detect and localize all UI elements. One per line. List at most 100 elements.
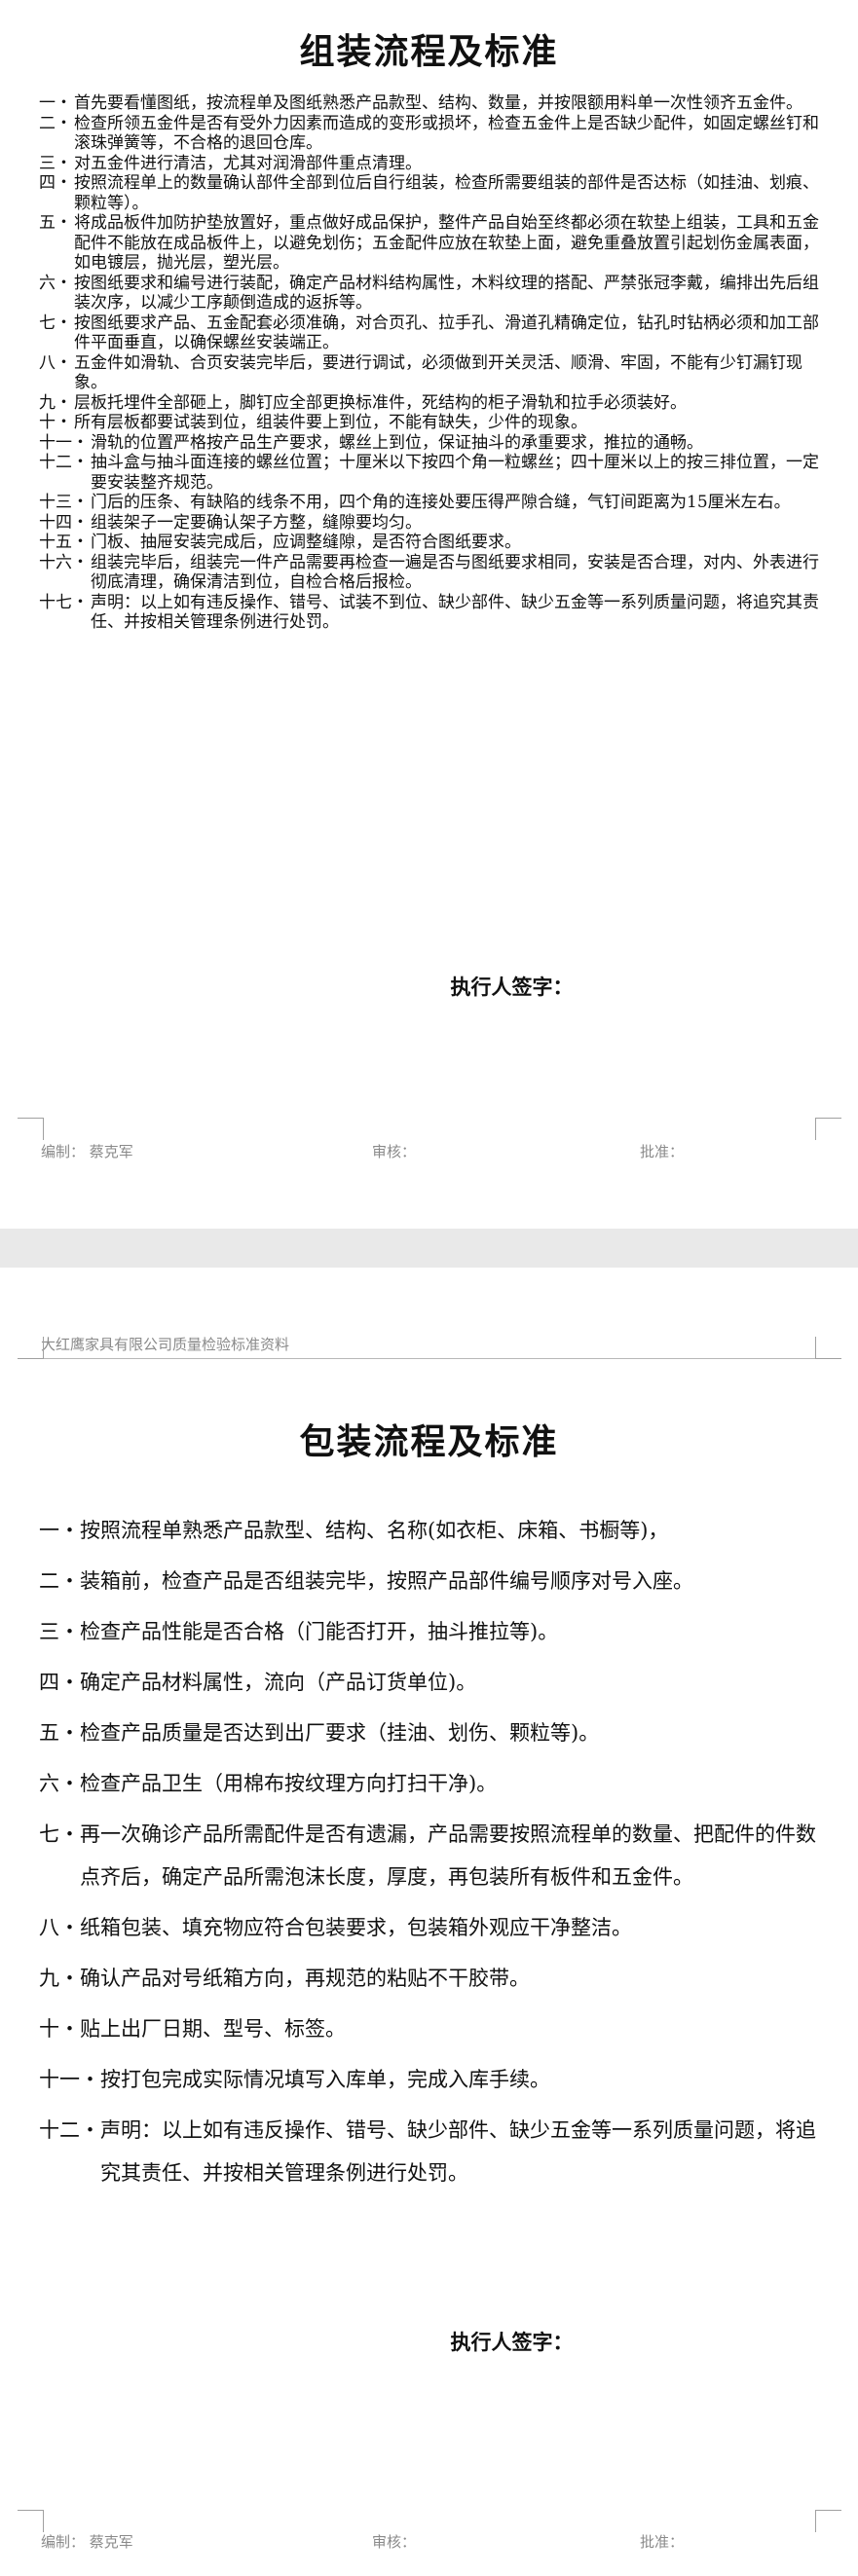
page-assembly: 组装流程及标准 一・ 首先要看懂图纸，按流程单及图纸熟悉产品款型、结构、数量，并按… [0, 0, 858, 1229]
header-divider [41, 1358, 816, 1359]
list-item: 十一・ 按打包完成实际情况填写入库单，完成入库手续。 [39, 2058, 819, 2101]
list-item: 十四・ 组装架子一定要确认架子方整，缝隙要均匀。 [39, 513, 819, 534]
list-item: 十二・ 抽斗盒与抽斗面连接的螺丝位置；十厘米以下按四个角一粒螺丝；四十厘米以上的按… [39, 453, 819, 493]
item-number: 十五・ [39, 533, 89, 552]
signature-label: 执行人签字： [450, 975, 574, 999]
list-item: 十三・ 门后的压条、有缺陷的线条不用，四个角的连接处要压得严隙合缝，气钉间距离为1… [39, 493, 819, 513]
item-number: 三・ [39, 1620, 80, 1643]
item-number: 九・ [39, 392, 72, 413]
approval-footer: 编制： 蔡克军 审核： 批准： [41, 2531, 858, 2555]
item-text: 纸箱包装、填充物应符合包装要求，包装箱外观应干净整洁。 [80, 1916, 632, 1939]
margin-corner-mark [815, 1337, 841, 1359]
item-text: 再一次确诊产品所需配件是否有遗漏，产品需要按照流程单的数量、把配件的件数点齐后，… [80, 1822, 816, 1889]
assembly-list: 一・ 首先要看懂图纸，按流程单及图纸熟悉产品款型、结构、数量，并按限额用料单一次性… [39, 93, 819, 633]
item-number: 十三・ [39, 493, 89, 512]
item-number: 十・ [39, 413, 72, 432]
item-number: 六・ [39, 273, 72, 293]
list-item: 四・ 按照流程单上的数量确认部件全部到位后自行组装，检查所需要组装的部件是否达标（… [39, 173, 819, 213]
item-text: 首先要看懂图纸，按流程单及图纸熟悉产品款型、结构、数量，并按限额用料单一次性领齐… [74, 93, 802, 113]
item-number: 十四・ [39, 512, 89, 533]
list-item: 五・ 检查产品质量是否达到出厂要求（挂油、划伤、颗粒等)。 [39, 1711, 819, 1754]
item-text: 将成品板件加防护垫放置好，重点做好成品保护，整件产品自始至终都必须在软垫上组装，… [74, 213, 819, 273]
list-item: 十七・ 声明：以上如有违反操作、错号、试装不到位、缺少部件、缺少五金等一系列质量问… [39, 593, 819, 633]
item-number: 八・ [39, 1916, 80, 1939]
item-number: 一・ [39, 93, 72, 113]
item-text: 组装完毕后，组装完一件产品需要再检查一遍是否与图纸要求相同，安装是否合理，对内、… [91, 552, 819, 593]
review-label: 审核： [372, 1143, 417, 1160]
approval-footer: 编制： 蔡克军 审核： 批准： [41, 1141, 858, 1164]
item-text: 检查产品性能是否合格（门能否打开，抽斗推拉等)。 [80, 1620, 559, 1643]
item-text: 确认产品对号纸箱方向，再规范的粘贴不干胶带。 [80, 1967, 530, 1990]
list-item: 十六・ 组装完毕后，组装完一件产品需要再检查一遍是否与图纸要求相同，安装是否合理，… [39, 553, 819, 593]
list-item: 九・ 确认产品对号纸箱方向，再规范的粘贴不干胶带。 [39, 1957, 819, 2000]
company-header: 大红鹰家具有限公司质量检验标准资料 [41, 1336, 290, 1353]
signature-label: 执行人签字： [450, 2330, 574, 2354]
item-number: 七・ [39, 1822, 80, 1846]
item-number: 二・ [39, 1569, 80, 1593]
list-item: 一・ 首先要看懂图纸，按流程单及图纸熟悉产品款型、结构、数量，并按限额用料单一次性… [39, 93, 819, 114]
item-text: 按图纸要求产品、五金配套必须准确，对合页孔、拉手孔、滑道孔精确定位，钻孔时钻柄必… [74, 313, 819, 353]
item-text: 层板托埋件全部砸上，脚钉应全部更换标准件，死结构的柜子滑轨和拉手必须装好。 [74, 392, 687, 413]
item-number: 十二・ [39, 453, 89, 472]
item-number: 五・ [39, 1721, 80, 1745]
item-text: 所有层板都要试装到位，组装件要上到位，不能有缺失，少件的现象。 [74, 413, 587, 432]
list-item: 六・ 检查产品卫生（用棉布按纹理方向打扫干净)。 [39, 1762, 819, 1805]
approve-label: 批准： [640, 1143, 685, 1160]
item-number: 十七・ [39, 592, 89, 612]
margin-corner-mark [18, 1118, 44, 1140]
item-number: 十・ [39, 2017, 80, 2041]
item-number: 十二・ [39, 2118, 100, 2142]
item-text: 声明：以上如有违反操作、错号、试装不到位、缺少部件、缺少五金等一系列质量问题，将… [91, 592, 819, 633]
item-text: 声明：以上如有违反操作、错号、缺少部件、缺少五金等一系列质量问题，将追究其责任、… [100, 2118, 816, 2185]
list-item: 六・ 按图纸要求和编号进行装配，确定产品材料结构属性，木料纹理的搭配、严禁张冠李戴… [39, 274, 819, 313]
item-text: 确定产品材料属性，流向（产品订货单位)。 [80, 1671, 477, 1694]
list-item: 八・ 五金件如滑轨、合页安装完毕后，要进行调试，必须做到开关灵活、顺滑、牢固，不能… [39, 353, 819, 393]
list-item: 十一・ 滑轨的位置严格按产品生产要求，螺丝上到位，保证抽斗的承重要求，推拉的通畅。 [39, 433, 819, 454]
margin-corner-mark [18, 2510, 44, 2532]
item-number: 二・ [39, 113, 72, 133]
list-item: 一・ 按照流程单熟悉产品款型、结构、名称(如衣柜、床箱、书橱等)， [39, 1509, 819, 1552]
list-item: 八・ 纸箱包装、填充物应符合包装要求，包装箱外观应干净整洁。 [39, 1906, 819, 1949]
margin-corner-mark [815, 2510, 841, 2532]
item-text: 对五金件进行清洁，尤其对润滑部件重点清理。 [74, 153, 422, 173]
list-item: 十二・ 声明：以上如有违反操作、错号、缺少部件、缺少五金等一系列质量问题，将追究其… [39, 2109, 819, 2194]
editor-label: 编制： 蔡克军 [41, 1143, 133, 1160]
item-text: 五金件如滑轨、合页安装完毕后，要进行调试，必须做到开关灵活、顺滑、牢固，不能有少… [74, 352, 802, 393]
list-item: 五・ 将成品板件加防护垫放置好，重点做好成品保护，整件产品自始至终都必须在软垫上组… [39, 213, 819, 274]
item-text: 门板、抽屉安装完成后，应调整缝隙，是否符合图纸要求。 [91, 533, 521, 552]
item-text: 检查产品质量是否达到出厂要求（挂油、划伤、颗粒等)。 [80, 1721, 600, 1745]
list-item: 十・ 贴上出厂日期、型号、标签。 [39, 2007, 819, 2050]
item-number: 三・ [39, 153, 72, 173]
item-text: 按照流程单上的数量确认部件全部到位后自行组装，检查所需要组装的部件是否达标（如挂… [74, 173, 819, 213]
item-text: 抽斗盒与抽斗面连接的螺丝位置；十厘米以下按四个角一粒螺丝；四十厘米以上的按三排位… [91, 453, 819, 493]
item-text: 组装架子一定要确认架子方整，缝隙要均匀。 [91, 512, 422, 533]
item-text: 贴上出厂日期、型号、标签。 [80, 2017, 346, 2041]
list-item: 四・ 确定产品材料属性，流向（产品订货单位)。 [39, 1661, 819, 1704]
item-number: 八・ [39, 352, 72, 373]
item-number: 十一・ [39, 432, 89, 453]
review-label: 审核： [372, 2533, 417, 2551]
item-text: 装箱前，检查产品是否组装完毕，按照产品部件编号顺序对号入座。 [80, 1569, 693, 1593]
item-text: 按图纸要求和编号进行装配，确定产品材料结构属性，木料纹理的搭配、严禁张冠李戴，编… [74, 273, 819, 313]
item-number: 九・ [39, 1967, 80, 1990]
approve-label: 批准： [640, 2533, 685, 2551]
list-item: 二・ 装箱前，检查产品是否组装完毕，按照产品部件编号顺序对号入座。 [39, 1560, 819, 1602]
item-number: 四・ [39, 1671, 80, 1694]
item-number: 四・ [39, 173, 72, 193]
item-number: 一・ [39, 1519, 80, 1542]
item-number: 十六・ [39, 552, 89, 572]
item-number: 七・ [39, 313, 72, 333]
item-text: 按打包完成实际情况填写入库单，完成入库手续。 [100, 2068, 550, 2091]
item-number: 五・ [39, 213, 72, 233]
editor-label: 编制： 蔡克军 [41, 2533, 133, 2551]
item-text: 门后的压条、有缺陷的线条不用，四个角的连接处要压得严隙合缝，气钉间距离为15厘米… [91, 493, 791, 512]
item-number: 十一・ [39, 2068, 100, 2091]
item-text: 检查产品卫生（用棉布按纹理方向打扫干净)。 [80, 1772, 498, 1795]
list-item: 三・ 对五金件进行清洁，尤其对润滑部件重点清理。 [39, 154, 819, 174]
list-item: 三・ 检查产品性能是否合格（门能否打开，抽斗推拉等)。 [39, 1610, 819, 1653]
list-item: 九・ 层板托埋件全部砸上，脚钉应全部更换标准件，死结构的柜子滑轨和拉手必须装好。 [39, 393, 819, 414]
margin-corner-mark [815, 1118, 841, 1140]
packing-title: 包装流程及标准 [299, 1421, 559, 1462]
list-item: 七・ 按图纸要求产品、五金配套必须准确，对合页孔、拉手孔、滑道孔精确定位，钻孔时钻… [39, 313, 819, 353]
assembly-title: 组装流程及标准 [299, 31, 559, 72]
